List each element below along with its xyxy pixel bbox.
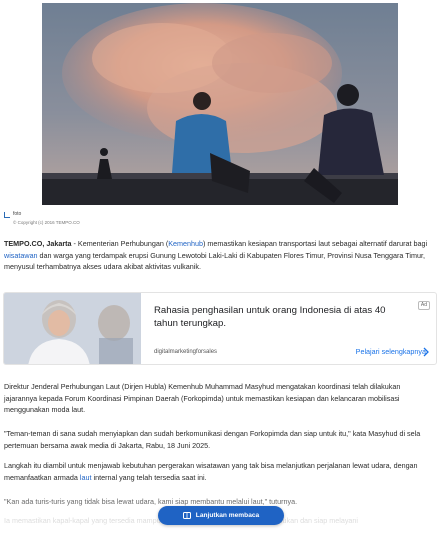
wisatawan-link[interactable]: wisatawan <box>4 251 38 260</box>
chevron-right-icon[interactable] <box>422 347 430 357</box>
continue-reading-button[interactable]: Lanjutkan membaca <box>158 506 284 525</box>
hero-photo <box>42 3 398 205</box>
ad-image[interactable] <box>4 293 141 364</box>
article-paragraph-3: "Teman-teman di sana sudah menyiapkan da… <box>4 429 421 450</box>
photo-caption: foto <box>13 211 22 217</box>
kemenhub-link[interactable]: Kemenhub <box>168 239 203 248</box>
ad-badge-label: Ad <box>420 302 427 308</box>
caption-marker <box>4 212 10 218</box>
sponsored-ad[interactable]: Rahasia penghasilan untuk orang Indonesi… <box>3 292 437 365</box>
paragraph-text: internal yang telah tersedia saat ini. <box>91 472 207 482</box>
paragraph-text: Langkah itu diambil untuk menjawab kebut… <box>4 461 418 482</box>
article-paragraph-2: Direktur Jenderal Perhubungan Laut (Dirj… <box>4 382 401 414</box>
ad-domain[interactable]: digitalmarketingforsales <box>154 349 217 355</box>
paragraph-text: ) memastikan kesiapan transportasi laut … <box>202 239 428 248</box>
laut-link[interactable]: laut <box>80 473 92 482</box>
book-icon <box>182 512 191 519</box>
source-name: TEMPO.CO <box>4 239 43 248</box>
continue-reading-label: Lanjutkan membaca <box>195 512 260 519</box>
ad-badge[interactable]: Ad <box>417 301 430 310</box>
article-paragraph-4: Langkah itu diambil untuk menjawab kebut… <box>4 460 434 483</box>
article-paragraph-1: TEMPO.CO, Jakarta - Kementerian Perhubun… <box>4 238 434 273</box>
ad-title[interactable]: Rahasia penghasilan untuk orang Indonesi… <box>154 304 404 330</box>
paragraph-text: dan warga yang terdampak erupsi Gunung L… <box>4 250 425 272</box>
photo-copyright: © Copyright (c) 2016 TEMPO.CO <box>13 220 80 225</box>
dateline-city: , Jakarta <box>42 239 72 248</box>
paragraph-text: - Kementerian Perhubungan ( <box>71 239 169 248</box>
volcano-eruption-image <box>42 3 398 205</box>
ad-cta-link[interactable]: Pelajari selengkapnya <box>356 347 426 356</box>
